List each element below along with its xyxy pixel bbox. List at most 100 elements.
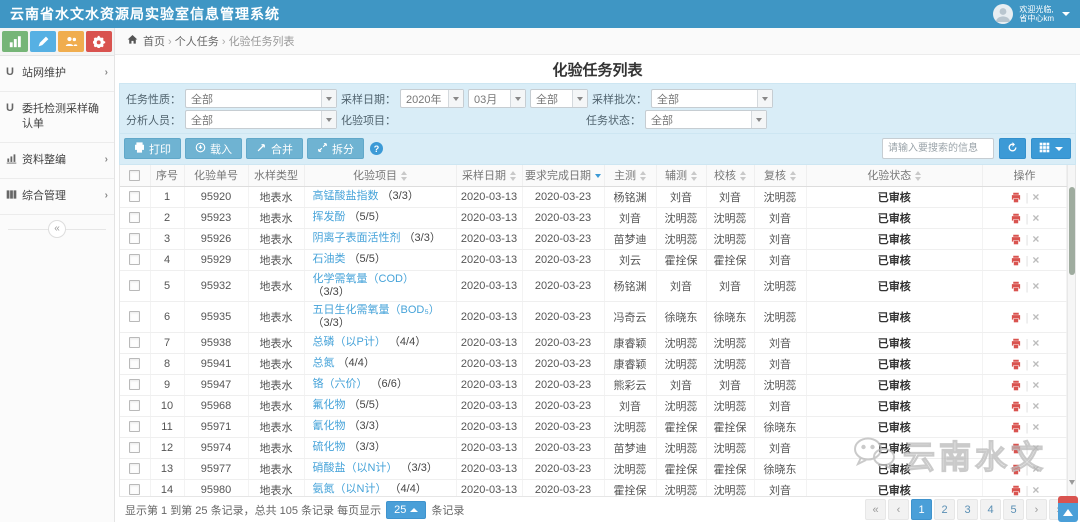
test-item-link[interactable]: 总磷（以P计） <box>313 336 386 348</box>
delete-row-icon[interactable]: × <box>1032 211 1039 225</box>
delete-row-icon[interactable]: × <box>1032 310 1039 324</box>
print-row-icon[interactable] <box>1010 192 1022 204</box>
users-button[interactable] <box>58 31 84 52</box>
page-button-3[interactable]: 3 <box>957 499 978 520</box>
row-checkbox[interactable] <box>129 358 141 370</box>
delete-row-icon[interactable]: × <box>1032 336 1039 350</box>
test-item-link[interactable]: 高锰酸盐指数 <box>313 190 379 202</box>
column-header-要求完成日期[interactable]: 要求完成日期 <box>522 165 605 187</box>
breadcrumb-item[interactable]: 首页 <box>143 36 165 48</box>
delete-row-icon[interactable]: × <box>1032 378 1039 392</box>
test-item-link[interactable]: 铬（六价） <box>313 378 368 390</box>
search-input[interactable] <box>882 138 994 159</box>
delete-row-icon[interactable]: × <box>1032 190 1039 204</box>
load-button[interactable]: 载入 <box>185 138 242 159</box>
sample-batch-select[interactable]: 全部 <box>651 89 773 108</box>
test-item-link[interactable]: 总氮 <box>313 357 335 369</box>
column-header-辅测[interactable]: 辅测 <box>656 165 707 187</box>
column-header-校核[interactable]: 校核 <box>706 165 755 187</box>
column-header-主测[interactable]: 主测 <box>604 165 657 187</box>
user-menu[interactable]: 欢迎光临, 省中心km <box>993 4 1070 24</box>
row-checkbox[interactable] <box>129 311 141 323</box>
row-checkbox[interactable] <box>129 233 141 245</box>
sample-year-select[interactable]: 2020年 <box>400 89 464 108</box>
task-status-select[interactable]: 全部 <box>645 110 767 129</box>
row-checkbox[interactable] <box>129 421 141 433</box>
sidebar-item-资料整编[interactable]: 资料整编 › <box>0 143 114 179</box>
help-icon[interactable]: ? <box>370 142 383 155</box>
select-all-checkbox[interactable] <box>129 169 141 181</box>
sidebar-item-委托检测采样确认单[interactable]: U 委托检测采样确认单 <box>0 92 114 143</box>
column-header-复核[interactable]: 复核 <box>754 165 807 187</box>
print-row-icon[interactable] <box>1010 312 1022 324</box>
column-header-化验状态[interactable]: 化验状态 <box>806 165 983 187</box>
back-to-top-widget[interactable] <box>1058 496 1078 522</box>
test-item-link[interactable]: 石油类 <box>313 253 346 265</box>
print-button[interactable]: 打印 <box>124 138 181 159</box>
chart-button[interactable] <box>2 31 28 52</box>
test-item-link[interactable]: 硫化物 <box>313 441 346 453</box>
column-header-采样日期[interactable]: 采样日期 <box>456 165 523 187</box>
page-nav-button[interactable]: › <box>1026 499 1047 520</box>
page-nav-button[interactable]: ‹ <box>888 499 909 520</box>
page-button-5[interactable]: 5 <box>1003 499 1024 520</box>
delete-row-icon[interactable]: × <box>1032 232 1039 246</box>
test-item-link[interactable]: 挥发酚 <box>313 211 346 223</box>
cogs-button[interactable] <box>86 31 112 52</box>
split-button[interactable]: 拆分 <box>307 138 364 159</box>
print-row-icon[interactable] <box>1010 255 1022 267</box>
sidebar-item-综合管理[interactable]: 综合管理 › <box>0 179 114 215</box>
breadcrumb-item[interactable]: 个人任务 <box>175 36 219 48</box>
row-checkbox[interactable] <box>129 442 141 454</box>
delete-row-icon[interactable]: × <box>1032 357 1039 371</box>
test-item-link[interactable]: 阴离子表面活性剂 <box>313 232 401 244</box>
merge-button[interactable]: 合并 <box>246 138 303 159</box>
print-row-icon[interactable] <box>1010 401 1022 413</box>
row-checkbox[interactable] <box>129 191 141 203</box>
page-button-2[interactable]: 2 <box>934 499 955 520</box>
sidebar-item-站网维护[interactable]: U 站网维护 › <box>0 56 114 92</box>
refresh-button[interactable] <box>999 138 1026 159</box>
test-item-link[interactable]: 化学需氧量（COD） <box>313 273 414 285</box>
column-header-化验项目[interactable]: 化验项目 <box>304 165 457 187</box>
row-checkbox[interactable] <box>129 254 141 266</box>
print-row-icon[interactable] <box>1010 422 1022 434</box>
task-nature-select[interactable]: 全部 <box>185 89 337 108</box>
print-row-icon[interactable] <box>1010 213 1022 225</box>
sample-day-select[interactable]: 全部 <box>530 89 588 108</box>
delete-row-icon[interactable]: × <box>1032 420 1039 434</box>
row-checkbox[interactable] <box>129 212 141 224</box>
print-row-icon[interactable] <box>1010 359 1022 371</box>
columns-button[interactable] <box>1031 138 1071 159</box>
row-checkbox[interactable] <box>129 337 141 349</box>
delete-row-icon[interactable]: × <box>1032 441 1039 455</box>
pencil-button[interactable] <box>30 31 56 52</box>
test-item-link[interactable]: 氟化物 <box>313 399 346 411</box>
page-nav-button[interactable]: « <box>865 499 886 520</box>
print-row-icon[interactable] <box>1010 234 1022 246</box>
row-checkbox[interactable] <box>129 400 141 412</box>
print-row-icon[interactable] <box>1010 338 1022 350</box>
row-checkbox[interactable] <box>129 463 141 475</box>
test-item-link[interactable]: 氨氮（以N计） <box>313 483 387 495</box>
row-checkbox[interactable] <box>129 280 141 292</box>
row-checkbox[interactable] <box>129 379 141 391</box>
row-checkbox[interactable] <box>129 484 141 496</box>
delete-row-icon[interactable]: × <box>1032 279 1039 293</box>
print-row-icon[interactable] <box>1010 380 1022 392</box>
sidebar-collapse-button[interactable]: « <box>48 220 66 238</box>
page-button-4[interactable]: 4 <box>980 499 1001 520</box>
test-item-link[interactable]: 硝酸盐（以N计） <box>313 462 398 474</box>
delete-row-icon[interactable]: × <box>1032 483 1039 497</box>
delete-row-icon[interactable]: × <box>1032 462 1039 476</box>
page-button-1[interactable]: 1 <box>911 499 932 520</box>
delete-row-icon[interactable]: × <box>1032 253 1039 267</box>
test-item-link[interactable]: 氰化物 <box>313 420 346 432</box>
print-row-icon[interactable] <box>1010 281 1022 293</box>
test-item-link[interactable]: 五日生化需氧量（BOD₅） <box>313 304 440 316</box>
print-row-icon[interactable] <box>1010 485 1022 497</box>
delete-row-icon[interactable]: × <box>1032 399 1039 413</box>
print-row-icon[interactable] <box>1010 443 1022 455</box>
analyst-select[interactable]: 全部 <box>185 110 337 129</box>
column-header-select-all[interactable] <box>120 165 151 187</box>
